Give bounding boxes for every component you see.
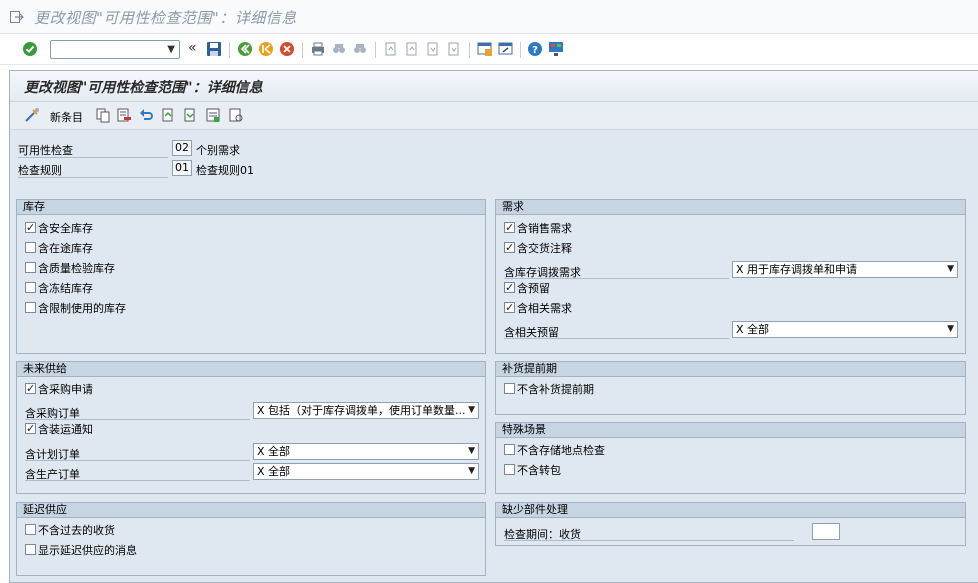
display-change-icon[interactable] <box>24 107 40 123</box>
previous-page-icon[interactable] <box>404 41 420 57</box>
missing-parts-group: 缺少部件处理 检查期间：收货 <box>495 502 966 546</box>
delayed-message-checkbox[interactable] <box>25 544 36 555</box>
include-restricted-stock[interactable]: 含限制使用的库存 <box>25 301 126 317</box>
future-supply-group: 未来供给 含采购申请 含采购订单 X 包括（对于库存调拨单，使用订单数量...▼… <box>16 361 486 494</box>
special-scenarios-group: 特殊场景 不含存储地点检查 不含转包 <box>495 422 966 494</box>
purchase-orders-select[interactable]: X 包括（对于库存调拨单，使用订单数量... ▼ <box>253 402 479 419</box>
include-transit-stock[interactable]: 含在途库存 <box>25 241 93 257</box>
back-icon[interactable] <box>237 41 253 57</box>
quality-stock-checkbox[interactable] <box>25 262 36 273</box>
include-safety-stock[interactable]: 含安全库存 <box>25 220 93 237</box>
include-dependent-requirements[interactable]: 含相关需求 <box>504 300 572 317</box>
stock-group-title: 库存 <box>17 200 485 215</box>
exit-app-icon[interactable] <box>258 41 274 57</box>
find-icon[interactable] <box>331 41 347 57</box>
check-period-input[interactable] <box>812 523 840 540</box>
include-reservations[interactable]: 含预留 <box>504 280 550 297</box>
storage-check-checkbox[interactable] <box>504 444 515 455</box>
last-page-icon[interactable] <box>446 41 462 57</box>
missing-parts-group-title: 缺少部件处理 <box>496 503 965 518</box>
no-past-receipts[interactable]: 不含过去的收货 <box>25 523 115 539</box>
chevron-down-icon[interactable]: ▼ <box>947 322 954 337</box>
delayed-supply-group-title: 延迟供应 <box>17 503 485 518</box>
new-session-icon[interactable] <box>477 41 493 57</box>
include-quality-stock[interactable]: 含质量检验库存 <box>25 261 115 277</box>
checking-rule-label: 检查规则 <box>18 164 62 177</box>
exit-icon[interactable] <box>10 11 24 23</box>
no-subcontracting[interactable]: 不含转包 <box>504 463 561 479</box>
help-icon[interactable]: ? <box>527 41 543 57</box>
checking-rule-code[interactable]: 01 <box>172 160 192 176</box>
variant-icon[interactable] <box>205 107 221 123</box>
application-toolbar <box>10 102 978 130</box>
standard-toolbar: ▼ « ? <box>0 35 978 65</box>
requirements-group: 需求 含销售需求 含交货注释 含库存调拨需求 X 用于库存调拨单和申请▼ 含预留… <box>495 199 966 354</box>
find-next-icon[interactable] <box>352 41 368 57</box>
dependent-reservations-select[interactable]: X 全部 ▼ <box>732 321 958 338</box>
delivery-note-checkbox[interactable] <box>504 240 515 256</box>
print-icon[interactable] <box>310 41 326 57</box>
command-field[interactable]: ▼ <box>50 40 180 59</box>
availability-check-code[interactable]: 02 <box>172 140 192 156</box>
new-entries-button[interactable]: 新条目 <box>50 109 83 125</box>
enter-icon[interactable] <box>22 41 38 57</box>
customize-layout-icon[interactable] <box>548 41 564 57</box>
chevron-down-icon[interactable]: ▼ <box>468 403 475 418</box>
include-purchase-requisitions[interactable]: 含采购申请 <box>25 381 93 398</box>
window-title: 更改视图"可用性检查范围"：详细信息 <box>34 9 297 27</box>
subcontract-checkbox[interactable] <box>504 464 515 475</box>
sales-req-checkbox[interactable] <box>504 220 515 236</box>
include-blocked-stock[interactable]: 含冻结库存 <box>25 281 93 297</box>
requirements-group-title: 需求 <box>496 200 965 215</box>
chevron-down-icon[interactable]: ▼ <box>468 464 475 479</box>
shipping-notif-checkbox[interactable] <box>25 421 36 437</box>
chevron-down-icon[interactable]: ▼ <box>167 44 175 55</box>
chevron-down-icon[interactable]: ▼ <box>947 262 954 277</box>
future-supply-group-title: 未来供给 <box>17 362 485 377</box>
dependent-req-checkbox[interactable] <box>504 300 515 316</box>
safety-stock-checkbox[interactable] <box>25 220 36 236</box>
no-storage-location-check[interactable]: 不含存储地点检查 <box>504 443 605 459</box>
restricted-stock-checkbox[interactable] <box>25 302 36 313</box>
stock-group: 库存 含安全库存 含在途库存 含质量检验库存 含冻结库存 含限制使用的库存 <box>16 199 486 354</box>
first-page-icon[interactable] <box>383 41 399 57</box>
cancel-icon[interactable] <box>279 41 295 57</box>
availability-check-desc: 个别需求 <box>196 144 240 157</box>
delayed-supply-group: 延迟供应 不含过去的收货 显示延迟供应的消息 <box>16 502 486 576</box>
include-delivery-notes[interactable]: 含交货注释 <box>504 240 572 257</box>
screen-title: 更改视图"可用性检查范围"：详细信息 <box>24 80 263 96</box>
replenishment-group: 补货提前期 不含补货提前期 <box>495 361 966 415</box>
previous-entry-icon[interactable] <box>160 107 176 123</box>
replenishment-group-title: 补货提前期 <box>496 362 965 377</box>
copy-as-icon[interactable] <box>95 107 111 123</box>
undo-icon[interactable] <box>138 107 154 123</box>
blocked-stock-checkbox[interactable] <box>25 282 36 293</box>
exclude-replenishment-lead-time[interactable]: 不含补货提前期 <box>504 382 594 398</box>
shortcut-icon[interactable] <box>498 41 514 57</box>
save-icon[interactable] <box>206 41 222 57</box>
transit-stock-checkbox[interactable] <box>25 242 36 253</box>
planned-orders-select[interactable]: X 全部 ▼ <box>253 443 479 460</box>
stock-transfer-req-select[interactable]: X 用于库存调拨单和申请 ▼ <box>732 261 958 278</box>
collapse-icon[interactable]: « <box>188 40 197 56</box>
next-page-icon[interactable] <box>425 41 441 57</box>
next-entry-icon[interactable] <box>182 107 198 123</box>
reservations-checkbox[interactable] <box>504 280 515 296</box>
select-icon[interactable] <box>228 107 244 123</box>
purchase-req-checkbox[interactable] <box>25 381 36 397</box>
special-scenarios-group-title: 特殊场景 <box>496 423 965 438</box>
include-sales-requirements[interactable]: 含销售需求 <box>504 220 572 237</box>
delete-icon[interactable] <box>116 107 132 123</box>
include-shipping-notifications[interactable]: 含装运通知 <box>25 421 93 438</box>
checking-rule-desc: 检查规则01 <box>196 164 254 177</box>
replenishment-checkbox[interactable] <box>504 383 515 394</box>
chevron-down-icon[interactable]: ▼ <box>468 444 475 459</box>
show-delayed-supply-message[interactable]: 显示延迟供应的消息 <box>25 543 137 559</box>
past-receipts-checkbox[interactable] <box>25 524 36 535</box>
production-orders-select[interactable]: X 全部 ▼ <box>253 463 479 480</box>
availability-check-label: 可用性检查 <box>18 144 73 157</box>
svg-text:?: ? <box>532 45 538 56</box>
